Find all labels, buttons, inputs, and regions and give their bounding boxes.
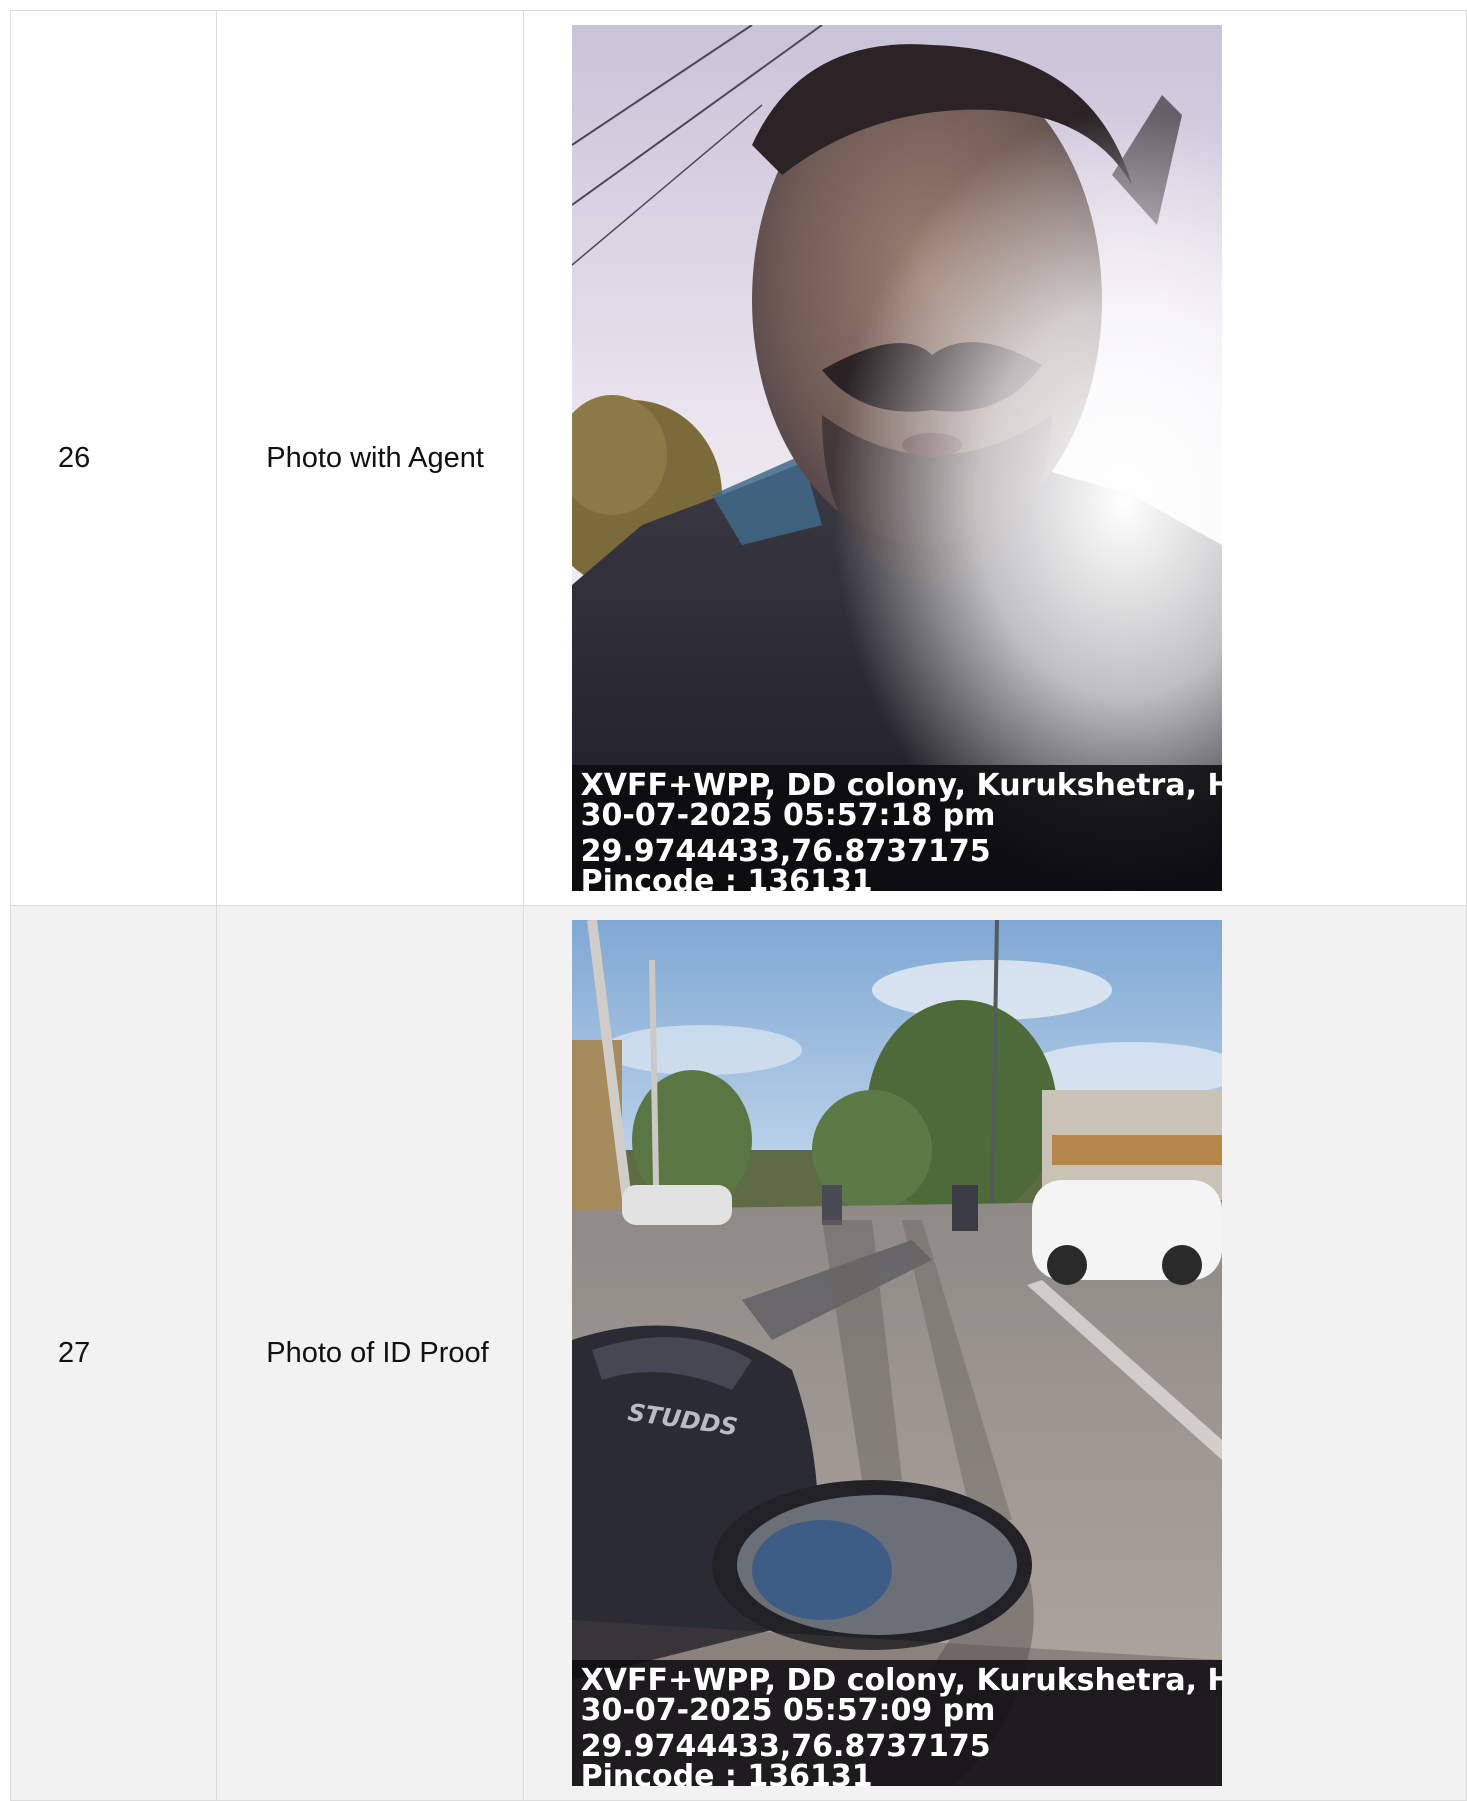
photo-evidence-table: 26 Photo with Agent XVFF+WPP, DD colony,…	[9, 10, 1467, 1801]
photo-cell: STUDDS XVFF+WPP, DD colony, Kurukshetra,…	[522, 905, 1467, 1801]
stamp-pincode: Pincode : 136131	[580, 864, 873, 892]
row-label: Photo of ID Proof	[266, 1336, 489, 1369]
photo-cell: XVFF+WPP, DD colony, Kurukshetra, Hary 3…	[522, 10, 1467, 906]
row-number: 26	[58, 441, 91, 474]
table-row: 27 Photo of ID Proof STUDDS XVFF+WPP, DD…	[9, 905, 1467, 1801]
row-number-cell: 26	[9, 10, 218, 906]
id-proof-photo: STUDDS XVFF+WPP, DD colony, Kurukshetra,…	[571, 920, 1222, 1787]
row-label: Photo with Agent	[266, 441, 484, 474]
row-number: 27	[58, 1336, 91, 1369]
agent-selfie-image	[571, 25, 1222, 891]
geo-stamp: XVFF+WPP, DD colony, Kurukshetra, Hary 3…	[571, 765, 1222, 892]
stamp-address: XVFF+WPP, DD colony, Kurukshetra, Hary	[580, 1663, 1222, 1698]
agent-photo: XVFF+WPP, DD colony, Kurukshetra, Hary 3…	[571, 25, 1222, 892]
stamp-pincode: Pincode : 136131	[580, 1759, 873, 1787]
stamp-address: XVFF+WPP, DD colony, Kurukshetra, Hary	[580, 768, 1222, 803]
row-number-cell: 27	[9, 905, 218, 1801]
geo-stamp: XVFF+WPP, DD colony, Kurukshetra, Hary 3…	[571, 1660, 1222, 1787]
table-row: 26 Photo with Agent XVFF+WPP, DD colony,…	[9, 10, 1467, 906]
street-scene-image: STUDDS	[571, 920, 1222, 1786]
stamp-coordinates: 29.9744433,76.8737175	[580, 834, 991, 869]
row-label-cell: Photo of ID Proof	[216, 905, 524, 1801]
stamp-datetime: 30-07-2025 05:57:09 pm	[580, 1693, 996, 1728]
stamp-datetime: 30-07-2025 05:57:18 pm	[580, 798, 996, 833]
stamp-coordinates: 29.9744433,76.8737175	[580, 1729, 991, 1764]
row-label-cell: Photo with Agent	[216, 10, 524, 906]
